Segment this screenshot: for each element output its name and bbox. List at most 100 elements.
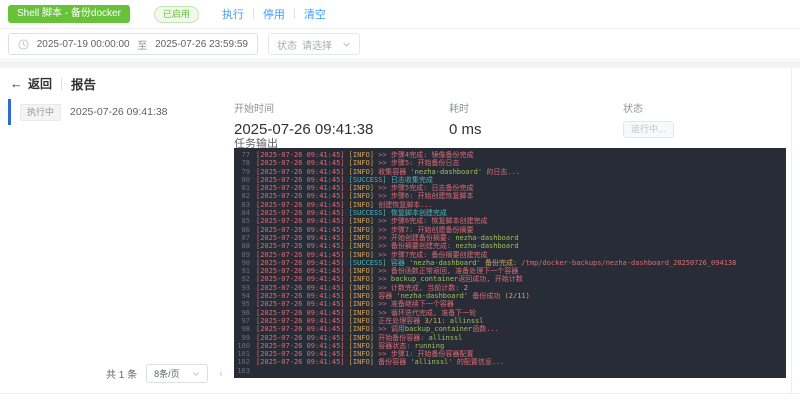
log-segment: [INFO]	[349, 334, 374, 342]
status-column: 状态 运行中...	[623, 100, 674, 138]
terminal-line: 78[2025-07-26 09:41:45] [INFO] >> 步骤5: 开…	[234, 159, 786, 167]
terminal-line: 96[2025-07-26 09:41:45] [INFO] >> 循环迭代完成…	[234, 309, 786, 317]
log-segment: running	[415, 342, 445, 350]
log-segment: [2025-07-26 09:41:45]	[256, 350, 349, 358]
top-toolbar: Shell 脚本 - 备份docker 已启用 执行停用清空	[0, 0, 800, 29]
back-button[interactable]: ← 返回	[10, 75, 52, 92]
log-segment: [INFO]	[349, 168, 374, 176]
status-filter-placeholder: 请选择	[302, 37, 332, 52]
terminal-line: 103	[234, 367, 786, 375]
date-range-separator: 至	[137, 37, 147, 52]
page-title: 报告	[71, 74, 96, 93]
log-segment: 备份容器	[374, 358, 410, 366]
terminal-line: 92[2025-07-26 09:41:45] [INFO] >> backup…	[234, 275, 786, 283]
log-segment: /tmp/docker-backups/nezha-dashboard_2025…	[521, 259, 736, 267]
log-segment: [2025-07-26 09:41:45]	[256, 192, 349, 200]
log-segment: 2	[464, 284, 468, 292]
terminal-line: 79[2025-07-26 09:41:45] [INFO] 收集容器 'nez…	[234, 168, 786, 176]
line-number: 95	[234, 300, 256, 308]
action-clear-button[interactable]: 清空	[295, 6, 335, 22]
terminal-line: 97[2025-07-26 09:41:45] [INFO] 正在处理容器 3/…	[234, 317, 786, 325]
log-segment: 返回成功, 开始计数	[458, 275, 522, 283]
line-number: 81	[234, 184, 256, 192]
prev-page-icon[interactable]: ‹	[217, 368, 225, 380]
terminal-line: 84[2025-07-26 09:41:45] [SUCCESS] 恢复脚本创建…	[234, 209, 786, 217]
log-segment: [2025-07-26 09:41:45]	[256, 226, 349, 234]
log-segment: allinssl	[450, 317, 484, 325]
line-number: 102	[234, 358, 256, 366]
run-list-item[interactable]: 执行中 2025-07-26 09:41:38	[8, 99, 222, 125]
log-segment: [2025-07-26 09:41:45]	[256, 184, 349, 192]
log-segment: [2025-07-26 09:41:45]	[256, 242, 349, 250]
log-segment: [2025-07-26 09:41:45]	[256, 284, 349, 292]
log-segment: [INFO]	[349, 350, 374, 358]
log-segment: [INFO]	[349, 226, 374, 234]
log-segment: [INFO]	[349, 317, 374, 325]
log-segment: [2025-07-26 09:41:45]	[256, 201, 349, 209]
log-segment: [2025-07-26 09:41:45]	[256, 176, 349, 184]
log-segment: >> 步骤6完成: 恢复脚本创建完成	[374, 217, 488, 225]
action-run-button[interactable]: 执行	[213, 6, 253, 22]
log-segment: 正在处理容器	[374, 317, 424, 325]
status-filter-label: 状态	[277, 37, 297, 52]
date-range-picker[interactable]: 2025-07-19 00:00:00 至 2025-07-26 23:59:5…	[8, 33, 258, 55]
section-divider	[0, 61, 800, 68]
log-segment: [2025-07-26 09:41:45]	[256, 267, 349, 275]
log-segment: 3/11:	[424, 317, 449, 325]
line-number: 82	[234, 192, 256, 200]
log-segment: [INFO]	[349, 251, 374, 259]
log-segment: [INFO]	[349, 159, 374, 167]
terminal-line: 83[2025-07-26 09:41:45] [INFO] 创建恢复脚本...	[234, 201, 786, 209]
breadcrumb-divider	[61, 78, 62, 90]
log-segment: >> 步骤7: 开始创建备份摘要	[374, 226, 474, 234]
content-bottom-border	[0, 393, 800, 394]
clock-icon	[18, 39, 29, 50]
line-number: 83	[234, 201, 256, 209]
log-segment: [2025-07-26 09:41:45]	[256, 217, 349, 225]
log-segment: >> 计数完成, 当前计数:	[374, 284, 464, 292]
terminal-line: 98[2025-07-26 09:41:45] [INFO] >> 调用back…	[234, 325, 786, 333]
action-stop-button[interactable]: 停用	[254, 6, 294, 22]
log-segment: [INFO]	[349, 284, 374, 292]
terminal-line: 90[2025-07-26 09:41:45] [SUCCESS] 容器 'ne…	[234, 259, 786, 267]
line-number: 103	[234, 367, 256, 375]
log-segment: [2025-07-26 09:41:45]	[256, 358, 349, 366]
log-segment: 收集容器	[374, 168, 410, 176]
terminal-line: 93[2025-07-26 09:41:45] [INFO] >> 计数完成, …	[234, 284, 786, 292]
terminal-line: 81[2025-07-26 09:41:45] [INFO] >> 步骤5完成:…	[234, 184, 786, 192]
log-segment: >> 准备继续下一个容器	[374, 300, 454, 308]
terminal-line: 95[2025-07-26 09:41:45] [INFO] >> 准备继续下一…	[234, 300, 786, 308]
log-segment: [2025-07-26 09:41:45]	[256, 151, 349, 159]
log-segment: allinssl	[429, 334, 463, 342]
log-segment: [2025-07-26 09:41:45]	[256, 300, 349, 308]
log-segment: [INFO]	[349, 217, 374, 225]
line-number: 96	[234, 309, 256, 317]
terminal-line: 85[2025-07-26 09:41:45] [INFO] >> 步骤6完成:…	[234, 217, 786, 225]
date-end-value[interactable]: 2025-07-26 23:59:59	[155, 39, 248, 50]
line-number: 86	[234, 226, 256, 234]
log-segment: [2025-07-26 09:41:45]	[256, 168, 349, 176]
line-number: 79	[234, 168, 256, 176]
duration-label: 耗时	[449, 100, 482, 115]
log-segment: >> 备份摘要创建完成:	[374, 242, 455, 250]
log-segment: [INFO]	[349, 267, 374, 275]
line-number: 80	[234, 176, 256, 184]
line-number: 89	[234, 251, 256, 259]
date-start-value[interactable]: 2025-07-19 00:00:00	[37, 39, 130, 50]
back-label: 返回	[28, 75, 52, 92]
terminal-line: 88[2025-07-26 09:41:45] [INFO] >> 备份摘要创建…	[234, 242, 786, 250]
log-segment: (2/11)	[505, 292, 530, 300]
status-filter-select[interactable]: 状态 请选择	[268, 33, 360, 55]
terminal-output[interactable]: 77[2025-07-26 09:41:45] [INFO] >> 步骤4完成:…	[234, 148, 786, 378]
terminal-line: 89[2025-07-26 09:41:45] [INFO] >> 步骤7完成:…	[234, 251, 786, 259]
line-number: 88	[234, 242, 256, 250]
log-segment: [2025-07-26 09:41:45]	[256, 309, 349, 317]
line-number: 90	[234, 259, 256, 267]
content-right-border	[791, 68, 792, 393]
log-segment: [INFO]	[349, 151, 374, 159]
page-size-select[interactable]: 8条/页	[146, 364, 208, 383]
terminal-line: 80[2025-07-26 09:41:45] [SUCCESS] 日志收集完成	[234, 176, 786, 184]
run-status-badge: 执行中	[20, 104, 61, 121]
line-number: 94	[234, 292, 256, 300]
line-number: 93	[234, 284, 256, 292]
